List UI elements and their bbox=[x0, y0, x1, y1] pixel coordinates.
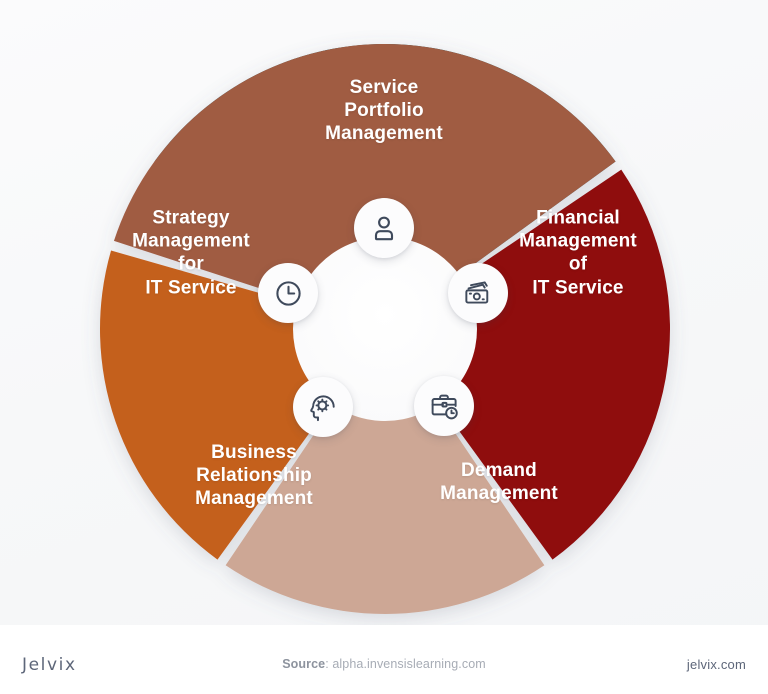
icon-bubble-head-gear bbox=[293, 377, 353, 437]
source-attribution: Source: alpha.invensislearning.com bbox=[0, 657, 768, 671]
source-value: alpha.invensislearning.com bbox=[332, 657, 486, 671]
person-icon bbox=[369, 213, 399, 243]
icon-bubble-person bbox=[354, 198, 414, 258]
footer-bar: Jelvix Source: alpha.invensislearning.co… bbox=[0, 625, 768, 694]
icon-bubble-money bbox=[448, 263, 508, 323]
source-label: Source bbox=[282, 657, 326, 671]
head-gear-icon bbox=[308, 392, 339, 423]
donut-wheel-svg bbox=[99, 43, 671, 615]
clock-icon bbox=[273, 278, 304, 309]
icon-bubble-clock bbox=[258, 263, 318, 323]
site-url-link[interactable]: jelvix.com bbox=[687, 657, 746, 672]
donut-wheel: Service Portfolio Management Financial M… bbox=[0, 0, 768, 625]
icon-bubble-briefcase-clock bbox=[414, 376, 474, 436]
money-icon bbox=[463, 278, 494, 309]
diagram-canvas: Service Portfolio Management Financial M… bbox=[0, 0, 768, 694]
briefcase-clock-icon bbox=[429, 391, 460, 422]
